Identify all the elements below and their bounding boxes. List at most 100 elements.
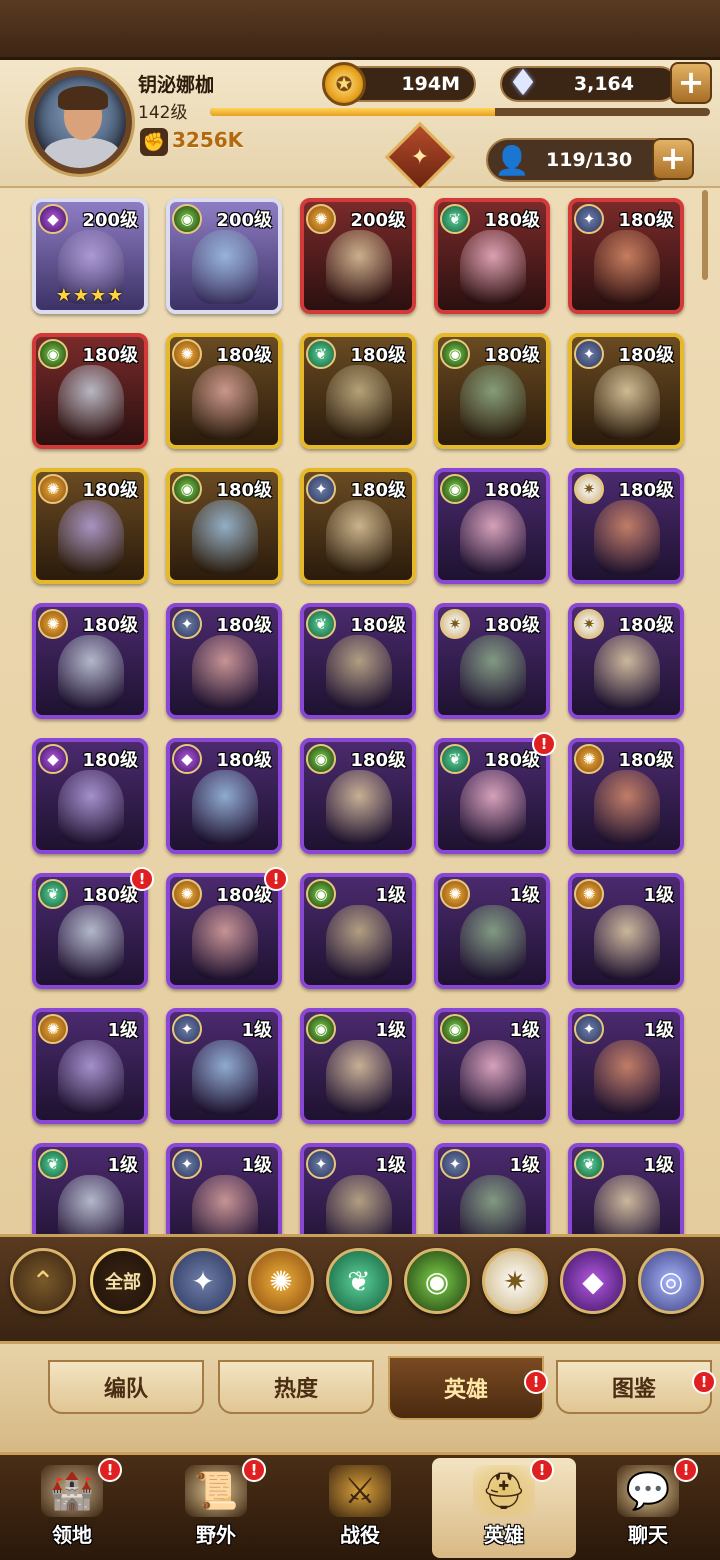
hero-card[interactable]: ✦ 1级	[166, 1008, 282, 1124]
hero-card[interactable]: ◉ 180级	[32, 333, 148, 449]
wilder-faction-icon: ❦	[440, 204, 470, 234]
filter-lightbearer-icon[interactable]: ✦	[170, 1248, 236, 1314]
hero-card[interactable]: ✦ 180级	[300, 468, 416, 584]
nav-chat[interactable]: 💬 聊天	[576, 1458, 720, 1558]
hero-portrait	[58, 770, 124, 844]
filter-celestial-icon[interactable]: ✷	[482, 1248, 548, 1314]
wilder-faction-icon: ❦	[306, 609, 336, 639]
graveborn-faction-icon: ◉	[172, 474, 202, 504]
nav-castle[interactable]: 🏰 领地	[0, 1458, 144, 1558]
hero-portrait	[192, 770, 258, 844]
hero-card[interactable]: ◉ 200级	[166, 198, 282, 314]
hero-portrait	[192, 635, 258, 709]
hero-card[interactable]: ✺ 180级	[568, 738, 684, 854]
hero-card[interactable]: ✺ 180级	[166, 873, 282, 989]
hero-card[interactable]: ✦ 1级	[300, 1143, 416, 1234]
hero-card[interactable]: ◉ 180级	[166, 468, 282, 584]
hero-card[interactable]: ◆ 180级	[166, 738, 282, 854]
filter-mauler-icon[interactable]: ✺	[248, 1248, 314, 1314]
alert-badge: !	[98, 1458, 122, 1482]
hero-portrait	[460, 500, 526, 574]
hero-card[interactable]: ❦ 180级	[434, 198, 550, 314]
hero-card[interactable]: ✦ 1级	[568, 1008, 684, 1124]
hero-portrait	[460, 905, 526, 979]
hero-card[interactable]: ✺ 1级	[568, 873, 684, 989]
alert-badge: !	[130, 867, 154, 891]
hero-card[interactable]: ◉ 1级	[300, 1008, 416, 1124]
alert-badge: !	[242, 1458, 266, 1482]
hero-card[interactable]: ✺ 180级	[32, 468, 148, 584]
hero-card[interactable]: ❦ 180级	[300, 603, 416, 719]
hero-card[interactable]: ❦ 1级	[32, 1143, 148, 1234]
graveborn-faction-icon: ◉	[440, 1014, 470, 1044]
filter-dimensional-icon[interactable]: ◎	[638, 1248, 704, 1314]
hero-card[interactable]: ✦ 1级	[434, 1143, 550, 1234]
hero-level: 1级	[241, 1020, 272, 1041]
subtab-0[interactable]: 编队	[48, 1360, 204, 1414]
wilder-faction-icon: ❦	[306, 339, 336, 369]
hero-level: 1级	[375, 1020, 406, 1041]
hero-level: 180级	[82, 480, 138, 501]
hero-portrait	[594, 1040, 660, 1114]
hero-card[interactable]: ✺ 200级	[300, 198, 416, 314]
hero-card[interactable]: ◆ 200级 ★★★★	[32, 198, 148, 314]
hero-portrait	[326, 635, 392, 709]
hero-card[interactable]: ◉ 180级	[300, 738, 416, 854]
hero-card[interactable]: ✷ 180级	[568, 468, 684, 584]
scrollbar[interactable]	[702, 190, 708, 280]
alert-badge: !	[530, 1458, 554, 1482]
hero-portrait	[594, 635, 660, 709]
hero-card[interactable]: ✦ 180级	[568, 198, 684, 314]
filter-all-button[interactable]: 全部	[90, 1248, 156, 1314]
star-rating: ★★★★	[55, 285, 125, 306]
nav-sword[interactable]: ⚔ 战役	[288, 1458, 432, 1558]
hero-portrait	[192, 500, 258, 574]
hero-level: 200级	[82, 210, 138, 231]
mauler-faction-icon: ✺	[306, 204, 336, 234]
mauler-faction-icon: ✺	[574, 879, 604, 909]
add-hero-slots-button[interactable]: +	[652, 138, 694, 180]
hero-card[interactable]: ✦ 1级	[166, 1143, 282, 1234]
mauler-faction-icon: ✺	[38, 609, 68, 639]
hero-card[interactable]: ❦ 180级	[32, 873, 148, 989]
hero-portrait	[594, 365, 660, 439]
mauler-faction-icon: ✺	[574, 744, 604, 774]
faction-emblem-button[interactable]: ✦	[384, 121, 456, 193]
filter-wilder-icon[interactable]: ❦	[326, 1248, 392, 1314]
nav-helmet[interactable]: ⛑ 英雄	[432, 1458, 576, 1558]
subtab-3[interactable]: 图鉴	[556, 1360, 712, 1414]
hero-card[interactable]: ✷ 180级	[568, 603, 684, 719]
hero-card[interactable]: ✺ 180级	[166, 333, 282, 449]
hero-level: 1级	[643, 1020, 674, 1041]
subtab-2[interactable]: 英雄	[388, 1356, 544, 1420]
hero-grid: ◆ 200级 ★★★★ ◉ 200级 ✺ 200级 ❦ 180级 ✦ 180级 ◉ 180级 ✺ 180级 ❦…	[0, 188, 720, 1234]
hero-level: 180级	[484, 615, 540, 636]
hero-card[interactable]: ✺ 1级	[32, 1008, 148, 1124]
hero-card[interactable]: ✦ 180级	[166, 603, 282, 719]
hero-card[interactable]: ◆ 180级	[32, 738, 148, 854]
collapse-chevron-icon[interactable]: ⌃	[10, 1248, 76, 1314]
hero-card[interactable]: ✺ 1级	[434, 873, 550, 989]
hero-card[interactable]: ◉ 1级	[300, 873, 416, 989]
hero-portrait	[326, 230, 392, 304]
hero-card[interactable]: ◉ 1级	[434, 1008, 550, 1124]
hero-card[interactable]: ✦ 180级	[568, 333, 684, 449]
player-avatar[interactable]	[28, 70, 132, 174]
hero-card[interactable]: ◉ 180级	[434, 333, 550, 449]
nav-map-scroll[interactable]: 📜 野外	[144, 1458, 288, 1558]
filter-hypogean-icon[interactable]: ◆	[560, 1248, 626, 1314]
hero-level: 1级	[375, 1155, 406, 1176]
hero-card[interactable]: ◉ 180级	[434, 468, 550, 584]
mauler-faction-icon: ✺	[172, 879, 202, 909]
hero-card[interactable]: ❦ 180级	[300, 333, 416, 449]
hero-card[interactable]: ❦ 1级	[568, 1143, 684, 1234]
mauler-faction-icon: ✺	[38, 474, 68, 504]
buy-diamonds-button[interactable]: +	[670, 62, 712, 104]
hero-card[interactable]: ✺ 180级	[32, 603, 148, 719]
hero-card[interactable]: ✷ 180级	[434, 603, 550, 719]
filter-graveborn-icon[interactable]: ◉	[404, 1248, 470, 1314]
hero-portrait	[192, 1175, 258, 1234]
subtab-1[interactable]: 热度	[218, 1360, 374, 1414]
hero-card[interactable]: ❦ 180级	[434, 738, 550, 854]
wilder-faction-icon: ❦	[38, 879, 68, 909]
